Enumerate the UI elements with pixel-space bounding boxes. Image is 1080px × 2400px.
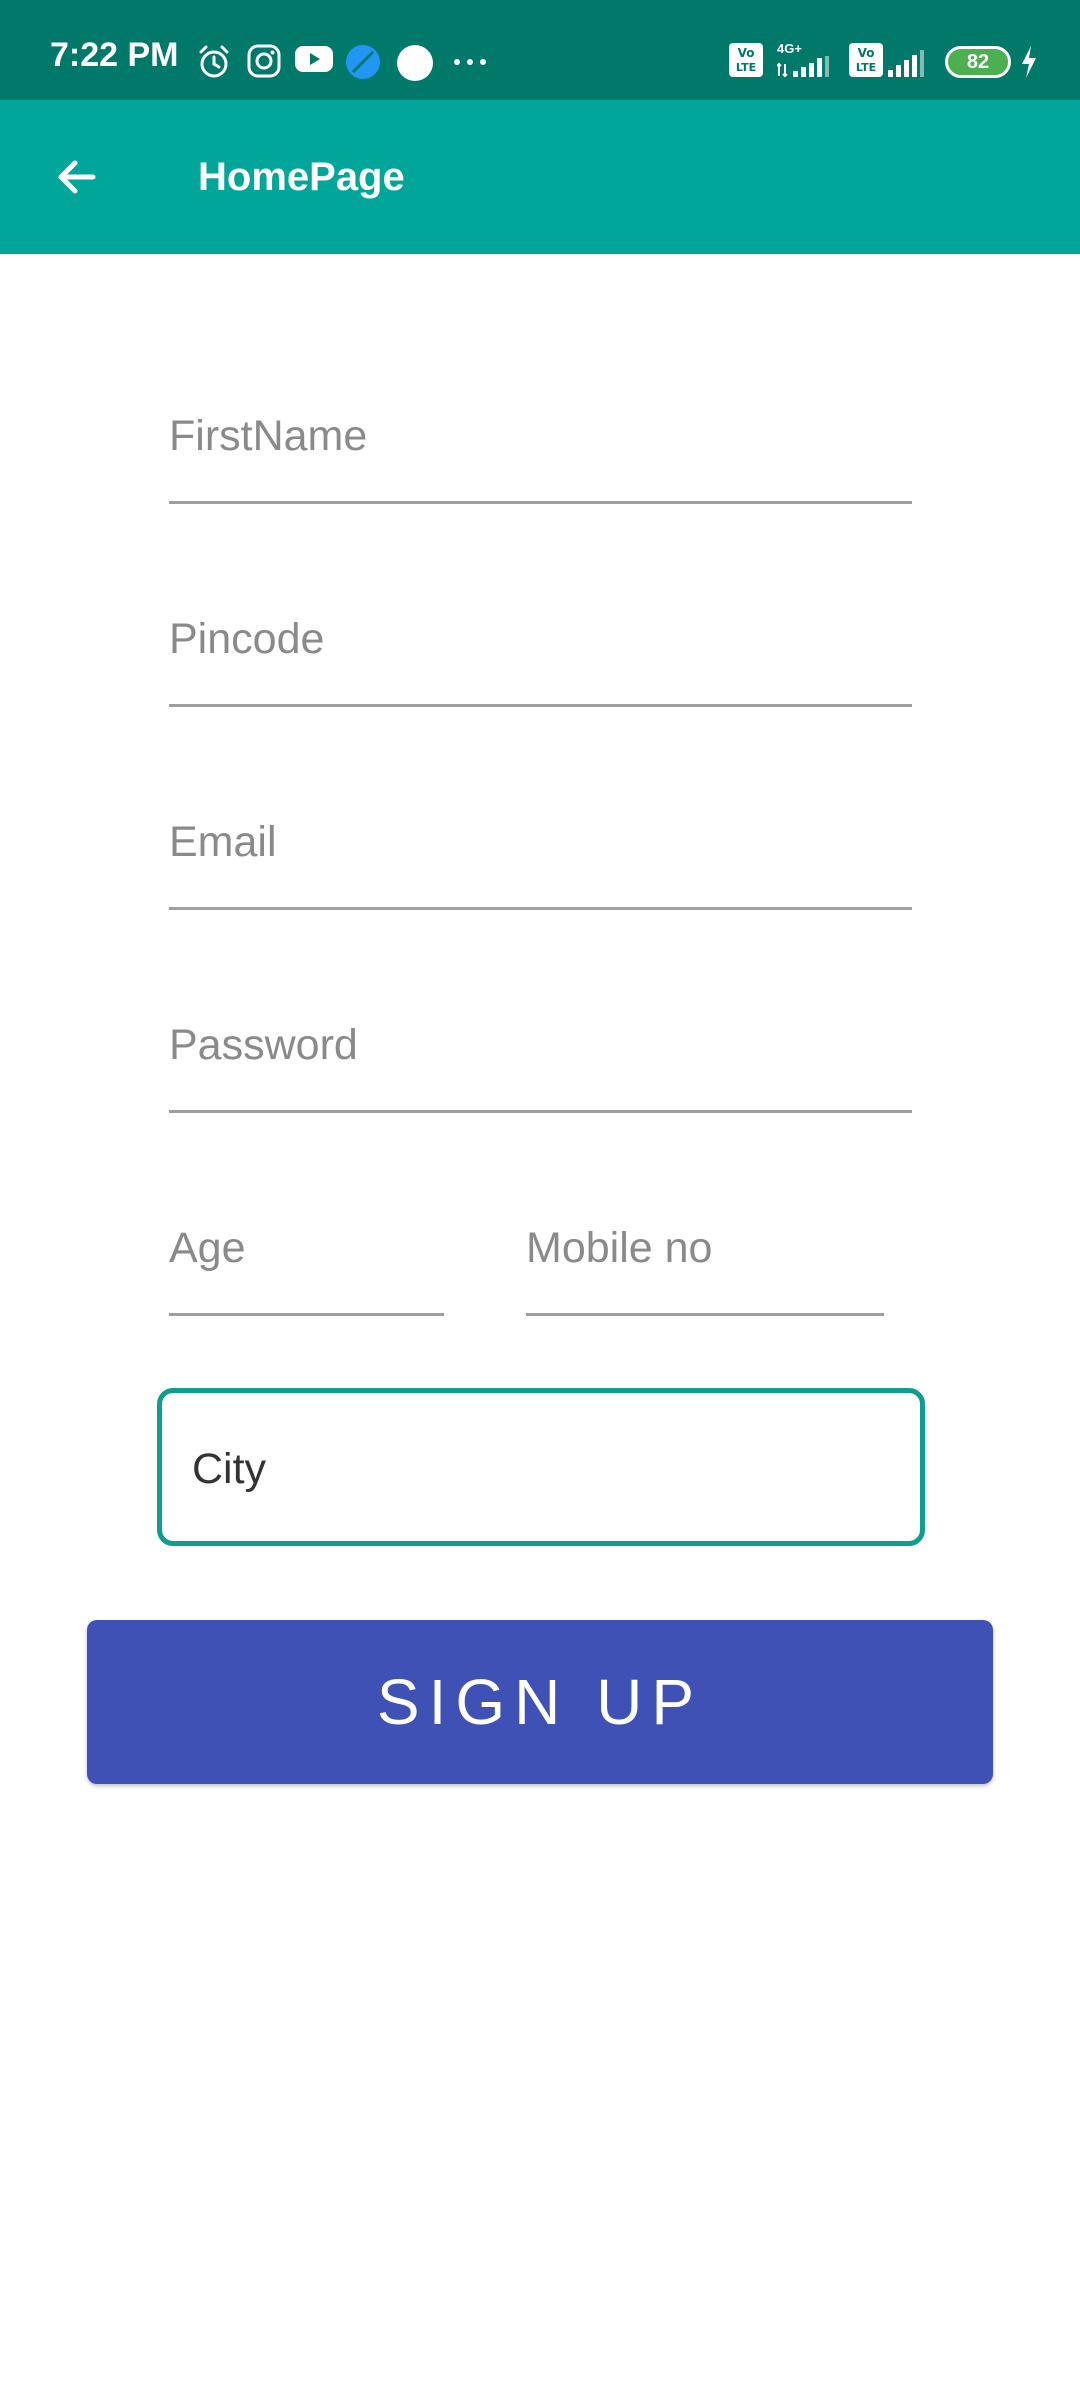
password-field[interactable]: Password	[169, 1017, 912, 1113]
email-field[interactable]: Email	[169, 814, 912, 910]
first-name-underline	[169, 501, 912, 504]
volte-icon-2: Vo LTE	[849, 43, 883, 77]
pincode-field[interactable]: Pincode	[169, 611, 912, 707]
svg-text:Vo: Vo	[738, 46, 755, 60]
charging-icon	[1022, 46, 1036, 78]
sign-up-button[interactable]: SIGN UP	[87, 1620, 993, 1784]
sign-up-label: SIGN UP	[376, 1666, 704, 1738]
status-time: 7:22 PM	[50, 36, 179, 74]
more-icon	[454, 59, 486, 65]
pincode-placeholder: Pincode	[169, 615, 325, 663]
age-placeholder: Age	[169, 1224, 246, 1272]
arrow-back-icon	[58, 160, 96, 194]
app-bar: HomePage	[0, 100, 1080, 254]
volte-icon: Vo LTE	[729, 43, 763, 77]
signal-icon-2	[888, 50, 924, 77]
alarm-icon	[199, 45, 229, 78]
svg-text:Vo: Vo	[858, 46, 875, 60]
email-placeholder: Email	[169, 818, 277, 866]
instagram-icon	[247, 44, 281, 78]
age-field[interactable]: Age	[169, 1220, 444, 1316]
dot-icon	[397, 45, 433, 81]
first-name-placeholder: FirstName	[169, 412, 368, 460]
page-title: HomePage	[198, 155, 405, 199]
mobile-underline	[526, 1313, 884, 1316]
youtube-icon	[295, 46, 333, 72]
pincode-underline	[169, 704, 912, 707]
battery-level: 82	[966, 51, 990, 73]
battery-icon: 82	[945, 46, 1011, 78]
password-underline	[169, 1110, 912, 1113]
mobile-field[interactable]: Mobile no	[526, 1220, 884, 1316]
status-bar: 7:22 PM Vo LTE 4G+ Vo LTE 82	[0, 0, 1080, 100]
mobile-placeholder: Mobile no	[526, 1224, 713, 1272]
city-field[interactable]: City	[157, 1388, 925, 1546]
password-placeholder: Password	[169, 1021, 358, 1069]
first-name-field[interactable]: FirstName	[169, 408, 912, 504]
browser-icon	[346, 45, 380, 79]
signal-icon	[777, 56, 829, 78]
svg-text:LTE: LTE	[736, 61, 756, 74]
city-value: City	[192, 1445, 267, 1493]
network-label: 4G+	[777, 41, 802, 56]
email-underline	[169, 907, 912, 910]
age-underline	[169, 1313, 444, 1316]
svg-text:LTE: LTE	[856, 61, 876, 74]
screen: 7:22 PM Vo LTE 4G+ Vo LTE 82 HomePage Fi…	[0, 0, 1080, 2400]
back-button[interactable]	[40, 140, 114, 214]
